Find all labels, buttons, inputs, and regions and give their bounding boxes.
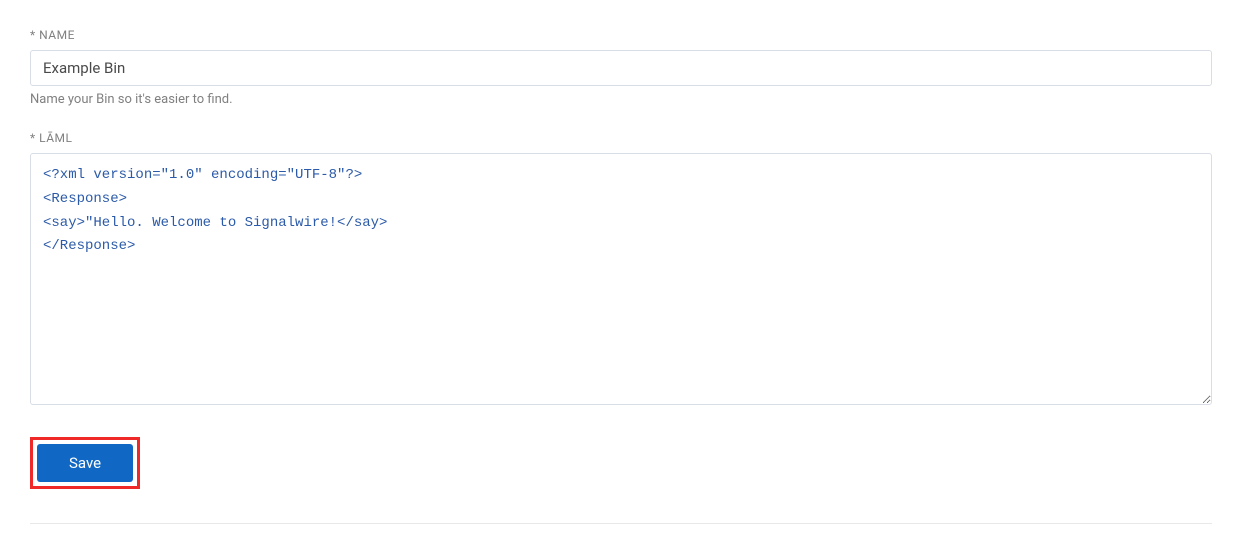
- name-input[interactable]: [30, 50, 1212, 86]
- save-button-highlight: Save: [30, 437, 140, 489]
- laml-textarea[interactable]: [30, 153, 1212, 405]
- save-button[interactable]: Save: [37, 444, 133, 482]
- name-field-label: * NAME: [30, 28, 1212, 42]
- name-help-text: Name your Bin so it's easier to find.: [30, 92, 1212, 107]
- laml-field-label: * LĀML: [30, 131, 1212, 145]
- section-divider: [30, 523, 1212, 524]
